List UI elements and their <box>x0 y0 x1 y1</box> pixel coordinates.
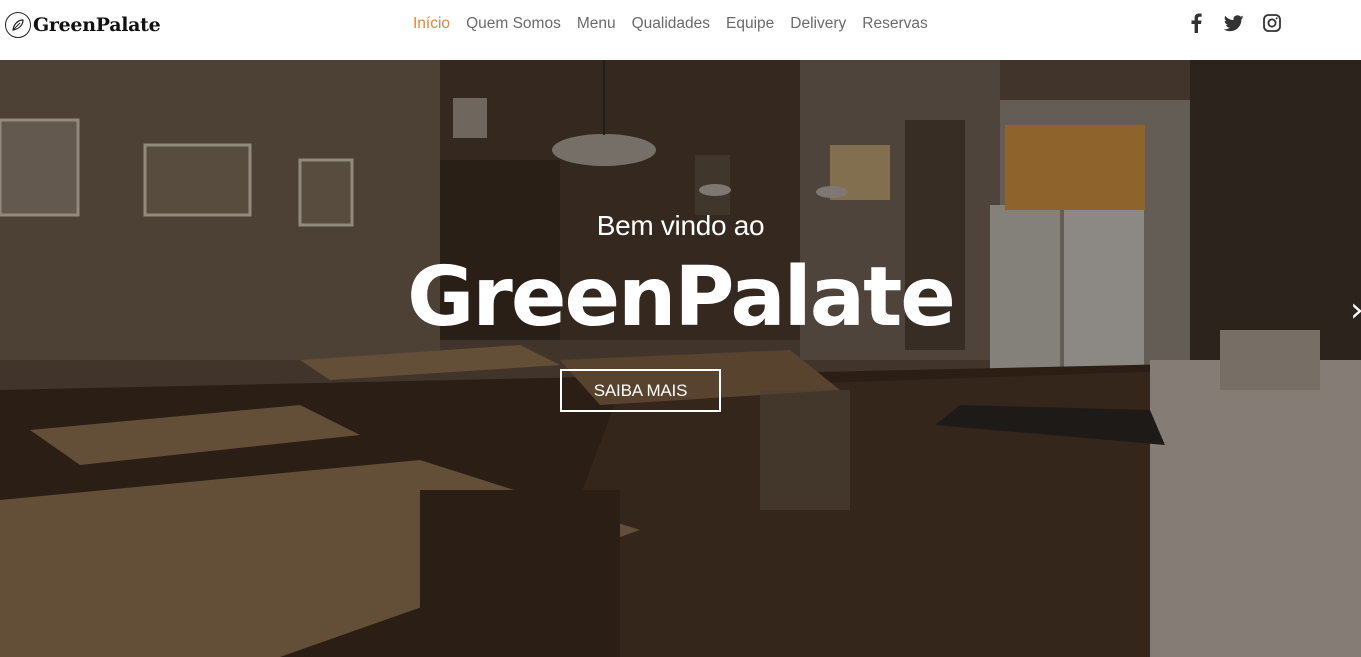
main-nav: Início Quem Somos Menu Qualidades Equipe… <box>405 13 936 35</box>
twitter-icon[interactable] <box>1223 12 1245 34</box>
hero-subtitle: Bem vindo ao <box>596 210 765 241</box>
hero-title: GreenPalate <box>407 250 956 345</box>
nav-item-equipe[interactable]: Equipe <box>718 13 782 35</box>
navbar: GreenPalate Início Quem Somos Menu Quali… <box>0 0 1361 60</box>
saiba-mais-button[interactable]: SAIBA MAIS <box>560 369 721 412</box>
hero-section: Bem vindo ao GreenPalate SAIBA MAIS › <box>0 60 1361 657</box>
nav-item-menu[interactable]: Menu <box>569 13 624 35</box>
nav-item-quem-somos[interactable]: Quem Somos <box>458 13 569 35</box>
leaf-icon <box>5 12 31 38</box>
nav-item-reservas[interactable]: Reservas <box>854 13 935 35</box>
chevron-right-icon[interactable]: › <box>1350 290 1361 330</box>
social-links <box>1185 12 1283 34</box>
brand-name: GreenPalate <box>33 14 161 36</box>
brand-link[interactable]: GreenPalate <box>5 11 161 39</box>
nav-item-qualidades[interactable]: Qualidades <box>624 13 718 35</box>
nav-item-delivery[interactable]: Delivery <box>782 13 854 35</box>
instagram-icon[interactable] <box>1261 12 1283 34</box>
nav-item-inicio[interactable]: Início <box>405 13 458 35</box>
hero-content: Bem vindo ao GreenPalate SAIBA MAIS <box>0 60 1361 657</box>
facebook-icon[interactable] <box>1185 12 1207 34</box>
